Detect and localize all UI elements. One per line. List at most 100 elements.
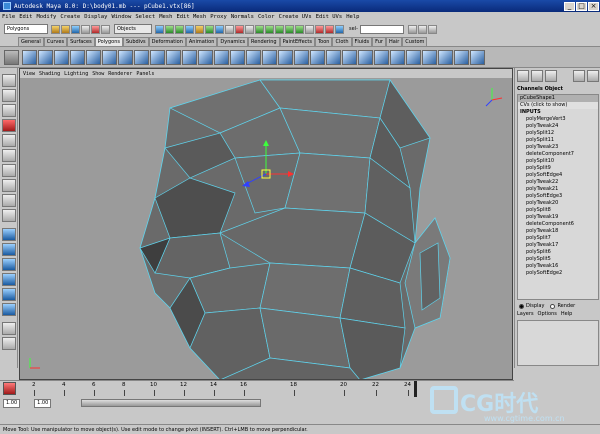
single-perspective-layout-icon[interactable] [2, 228, 16, 241]
persp-graph-layout-icon[interactable] [2, 273, 16, 286]
shelf-tab-custom[interactable]: Custom [402, 37, 428, 46]
input-node-row[interactable]: polyMergeVert3 [518, 116, 598, 123]
playback-start-field[interactable]: 1.00 [34, 398, 52, 408]
mask-curves-icon[interactable] [175, 24, 184, 34]
persp-outliner-layout-icon[interactable] [2, 258, 16, 271]
panel-menu-lighting[interactable]: Lighting [64, 71, 88, 77]
selection-mask-dropdown[interactable]: Objects [114, 24, 152, 34]
open-scene-icon[interactable] [61, 24, 70, 34]
four-view-layout-icon[interactable] [2, 243, 16, 256]
mask-surfaces-icon[interactable] [185, 24, 194, 34]
menu-edit[interactable]: Edit [19, 14, 32, 20]
last-tool-icon[interactable] [2, 209, 16, 222]
new-scene-icon[interactable] [51, 24, 60, 34]
split-polygon-icon[interactable] [262, 50, 277, 65]
snap-grid-icon[interactable] [255, 24, 264, 34]
boolean-difference-icon[interactable] [198, 50, 213, 65]
history-icon[interactable] [305, 24, 314, 34]
menu-modify[interactable]: Modify [37, 14, 57, 20]
rotate-tool-icon[interactable] [2, 134, 16, 147]
display-radio[interactable] [519, 303, 524, 309]
show-layer-editor-icon[interactable] [531, 70, 543, 82]
shelf-menu-icon[interactable] [4, 50, 19, 65]
extract-icon[interactable] [150, 50, 165, 65]
uv-texture-editor-icon[interactable] [470, 50, 485, 65]
input-node-row[interactable]: polySplit12 [518, 130, 598, 137]
input-node-row[interactable]: polySoftEdge2 [518, 270, 598, 277]
mirror-geometry-icon[interactable] [230, 50, 245, 65]
input-node-row[interactable]: polyTweak16 [518, 263, 598, 270]
boolean-intersection-icon[interactable] [214, 50, 229, 65]
input-node-row[interactable]: polyTweak24 [518, 123, 598, 130]
head-mesh[interactable] [139, 79, 451, 380]
panel-menu-show[interactable]: Show [92, 71, 104, 77]
input-node-row[interactable]: polyTweak23 [518, 144, 598, 151]
input-node-row[interactable]: polyTweak21 [518, 186, 598, 193]
insert-edge-loop-icon[interactable] [278, 50, 293, 65]
input-node-row[interactable]: polySplit11 [518, 137, 598, 144]
layer-list[interactable] [517, 320, 599, 366]
mask-dynamics-icon[interactable] [205, 24, 214, 34]
range-slider-bar[interactable] [81, 399, 262, 407]
quick-select-field[interactable] [359, 24, 404, 34]
combine-icon[interactable] [118, 50, 133, 65]
poly-sphere-icon[interactable] [22, 50, 37, 65]
lasso-tool-icon[interactable] [2, 89, 16, 102]
shelf-tab-subdivs[interactable]: Subdivs [123, 37, 149, 46]
layout-options-icon[interactable] [2, 322, 16, 335]
mask-handles-icon[interactable] [155, 24, 164, 34]
move-tool-icon[interactable] [2, 119, 16, 132]
object-menu[interactable]: Object [545, 86, 563, 92]
soften-edge-icon[interactable] [374, 50, 389, 65]
persp-hypergraph-layout-icon[interactable] [2, 303, 16, 316]
soft-modification-icon[interactable] [2, 179, 16, 192]
channels-menu[interactable]: Channels [517, 86, 543, 92]
viewport-canvas[interactable] [20, 78, 513, 380]
render-radio[interactable] [550, 303, 556, 309]
extrude-icon[interactable] [294, 50, 309, 65]
toggle-channel-box-icon[interactable] [427, 24, 437, 34]
mask-misc-icon[interactable] [225, 24, 234, 34]
shelf-tab-cloth[interactable]: Cloth [332, 37, 352, 46]
input-node-row[interactable]: polySplit6 [518, 249, 598, 256]
hypershade-layout-icon[interactable] [2, 288, 16, 301]
collapse-icon[interactable] [358, 50, 373, 65]
input-node-row[interactable]: polyTweak20 [518, 200, 598, 207]
mask-rendering-icon[interactable] [215, 24, 224, 34]
shelf-tab-surfaces[interactable]: Surfaces [67, 37, 95, 46]
shelf-tab-dynamics[interactable]: Dynamics [217, 37, 249, 46]
maximize-button[interactable]: □ [576, 1, 587, 11]
input-node-row[interactable]: deleteComponent7 [518, 151, 598, 158]
universal-manipulator-icon[interactable] [2, 164, 16, 177]
menu-help[interactable]: Help [346, 14, 359, 20]
ipr-render-icon[interactable] [325, 24, 334, 34]
bridge-icon[interactable] [326, 50, 341, 65]
merge-vertices-icon[interactable] [342, 50, 357, 65]
shelf-tab-fluids[interactable]: Fluids [351, 37, 373, 46]
lock-selection-icon[interactable] [235, 24, 244, 34]
input-node-row[interactable]: deleteComponent6 [518, 221, 598, 228]
harden-edge-icon[interactable] [390, 50, 405, 65]
input-node-row[interactable]: polySplit8 [518, 207, 598, 214]
menu-proxy[interactable]: Proxy [210, 14, 227, 20]
poly-cylinder-icon[interactable] [54, 50, 69, 65]
input-node-row[interactable]: polyTweak19 [518, 214, 598, 221]
bevel-icon[interactable] [310, 50, 325, 65]
input-node-row[interactable]: polySplit5 [518, 256, 598, 263]
panel-menu-panels[interactable]: Panels [136, 71, 154, 77]
input-node-row[interactable]: polySoftEdge3 [518, 193, 598, 200]
planar-mapping-icon[interactable] [406, 50, 421, 65]
save-scene-icon[interactable] [71, 24, 80, 34]
shape-node-row[interactable]: pCubeShape1 [518, 95, 598, 102]
boolean-union-icon[interactable] [182, 50, 197, 65]
snap-point-icon[interactable] [275, 24, 284, 34]
poly-cone-icon[interactable] [70, 50, 85, 65]
poly-cube-icon[interactable] [38, 50, 53, 65]
render-globals-icon[interactable] [335, 24, 344, 34]
shelf-tab-deformation[interactable]: Deformation [148, 37, 186, 46]
input-node-row[interactable]: polySplit9 [518, 165, 598, 172]
input-node-row[interactable]: polyTweak17 [518, 242, 598, 249]
input-node-row[interactable]: polyTweak18 [518, 228, 598, 235]
panel-menu-shading[interactable]: Shading [39, 71, 60, 77]
scale-tool-icon[interactable] [2, 149, 16, 162]
